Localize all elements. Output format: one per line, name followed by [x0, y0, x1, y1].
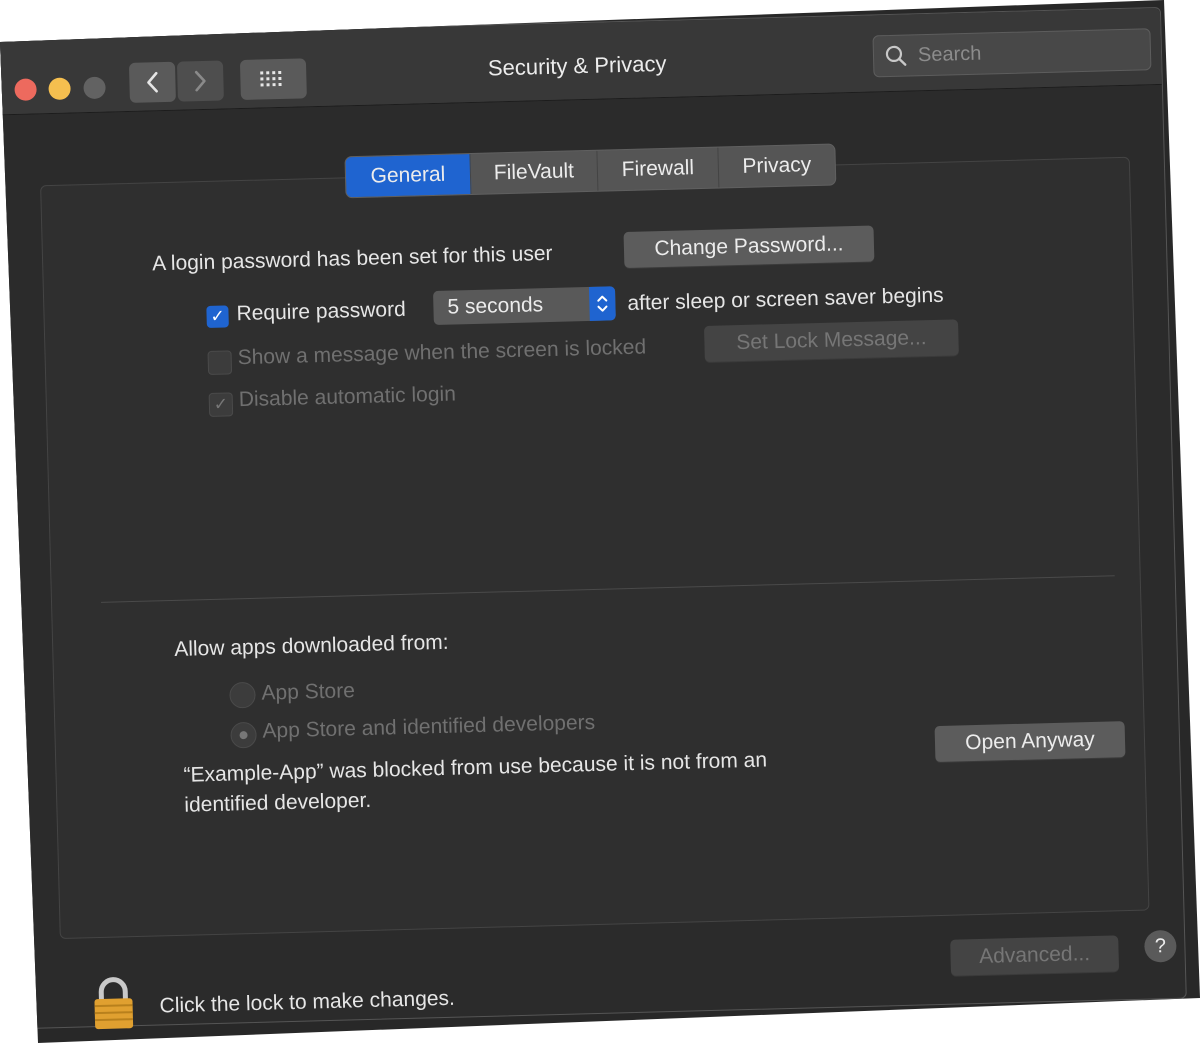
- open-anyway-button[interactable]: Open Anyway: [934, 721, 1126, 763]
- show-all-button[interactable]: [239, 58, 307, 101]
- chevron-left-icon: [147, 71, 158, 93]
- password-delay-value: 5 seconds: [447, 293, 544, 319]
- chevron-updown-icon: [588, 286, 616, 321]
- lock-icon[interactable]: [91, 975, 136, 1032]
- back-button[interactable]: [128, 61, 176, 103]
- change-password-button[interactable]: Change Password...: [623, 225, 875, 269]
- close-window-button[interactable]: [14, 78, 37, 101]
- checkmark-icon: ✓: [213, 394, 229, 414]
- security-privacy-window: Security & Privacy General FileVault Fir…: [0, 6, 1187, 1032]
- tab-privacy[interactable]: Privacy: [718, 145, 835, 188]
- set-lock-message-button[interactable]: Set Lock Message...: [704, 319, 959, 362]
- tab-general[interactable]: General: [345, 154, 472, 198]
- window-title: Security & Privacy: [487, 50, 667, 81]
- show-message-checkbox[interactable]: [207, 350, 233, 375]
- require-password-label: Require password: [236, 297, 407, 326]
- password-delay-popup[interactable]: 5 seconds: [433, 286, 616, 326]
- search-field[interactable]: [872, 28, 1152, 78]
- help-button[interactable]: ?: [1143, 929, 1177, 963]
- grid-icon: [260, 70, 282, 87]
- checkmark-icon: ✓: [210, 306, 225, 326]
- lock-instructions: Click the lock to make changes.: [159, 986, 456, 1018]
- tab-filevault[interactable]: FileVault: [470, 150, 599, 195]
- title-bar: Security & Privacy: [0, 7, 1162, 116]
- window-backdrop: Security & Privacy General FileVault Fir…: [0, 0, 1200, 1043]
- radio-app-store-label: App Store: [261, 679, 356, 705]
- tab-firewall[interactable]: Firewall: [597, 147, 720, 191]
- search-icon: [885, 45, 907, 66]
- search-input[interactable]: [915, 36, 1141, 68]
- disable-auto-login-checkbox[interactable]: ✓: [208, 392, 234, 417]
- chevron-right-icon: [194, 70, 206, 92]
- forward-button[interactable]: [176, 60, 224, 102]
- blocked-message-line2: identified developer.: [184, 788, 372, 817]
- require-password-checkbox[interactable]: ✓: [206, 305, 229, 328]
- zoom-window-button[interactable]: [83, 76, 106, 100]
- advanced-button[interactable]: Advanced...: [950, 935, 1120, 976]
- minimize-window-button[interactable]: [48, 77, 71, 101]
